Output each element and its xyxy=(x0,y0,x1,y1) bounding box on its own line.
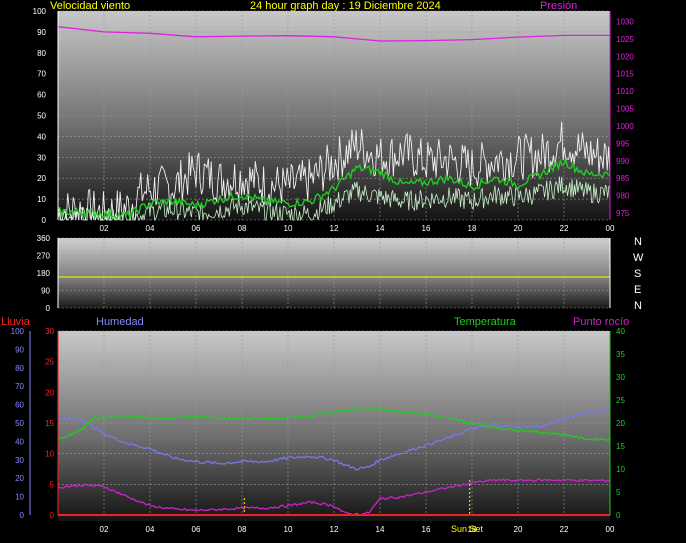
humidity-y-tick-label: 80 xyxy=(15,364,24,373)
direction-y-tick-label: 180 xyxy=(37,269,51,278)
humidity-title: Humedad xyxy=(96,316,144,328)
pressure-y-tick-label: 1010 xyxy=(616,87,634,96)
wind-x-tick-label: 00 xyxy=(606,224,615,233)
pressure-y-tick-label: 1000 xyxy=(616,122,634,131)
wind-y-tick-label: 0 xyxy=(42,216,47,225)
rain-y-tick-label: 25 xyxy=(45,358,54,367)
wind-x-tick-label: 18 xyxy=(468,224,477,233)
pressure-title: Presión xyxy=(540,0,577,12)
temperature-y-tick-label: 5 xyxy=(616,488,621,497)
climate-x-tick-label: 12 xyxy=(330,525,339,534)
direction-y-tick-label: 90 xyxy=(41,287,50,296)
temperature-y-tick-label: 10 xyxy=(616,465,625,474)
wind-y-tick-label: 80 xyxy=(37,49,46,58)
compass-letter-n-bottom: N xyxy=(634,300,642,312)
dewpoint-title: Punto rocío xyxy=(573,316,629,328)
humidity-y-tick-label: 70 xyxy=(15,382,24,391)
wind-x-tick-label: 20 xyxy=(514,224,523,233)
climate-x-tick-label: 04 xyxy=(146,525,155,534)
humidity-y-tick-label: 100 xyxy=(11,327,25,336)
temperature-y-tick-label: 20 xyxy=(616,419,625,428)
wind-x-tick-label: 12 xyxy=(330,224,339,233)
pressure-y-tick-label: 1020 xyxy=(616,52,634,61)
humidity-y-tick-label: 10 xyxy=(15,493,24,502)
climate-x-tick-label: 16 xyxy=(422,525,431,534)
pressure-y-tick-label: 1025 xyxy=(616,35,634,44)
temperature-y-tick-label: 25 xyxy=(616,396,625,405)
pressure-y-tick-label: 990 xyxy=(616,157,630,166)
temperature-y-tick-label: 30 xyxy=(616,373,625,382)
wind-y-tick-label: 10 xyxy=(37,195,46,204)
climate-x-tick-label: 20 xyxy=(514,525,523,534)
wind-y-tick-label: 40 xyxy=(37,132,46,141)
wind-y-tick-label: 100 xyxy=(33,7,47,16)
direction-y-tick-label: 0 xyxy=(46,304,51,313)
wind-x-tick-label: 06 xyxy=(192,224,201,233)
wind-x-tick-label: 02 xyxy=(100,224,109,233)
humidity-y-tick-label: 20 xyxy=(15,474,24,483)
climate-x-tick-label: 14 xyxy=(376,525,385,534)
climate-x-tick-label: 00 xyxy=(606,525,615,534)
wind-x-tick-label: 16 xyxy=(422,224,431,233)
direction-y-tick-label: 270 xyxy=(37,252,51,261)
humidity-y-tick-label: 40 xyxy=(15,437,24,446)
wind-x-tick-label: 08 xyxy=(238,224,247,233)
wind-x-tick-label: 22 xyxy=(560,224,569,233)
rain-y-tick-label: 10 xyxy=(45,450,54,459)
temperature-y-tick-label: 15 xyxy=(616,442,625,451)
rain-y-tick-label: 30 xyxy=(45,327,54,336)
compass-letter-s: S xyxy=(634,268,641,280)
weather-graph: 0102030405060708090100975980985990995100… xyxy=(1,0,644,534)
temperature-title: Temperatura xyxy=(454,316,517,328)
pressure-y-tick-label: 980 xyxy=(616,192,630,201)
temperature-y-tick-label: 35 xyxy=(616,350,625,359)
rain-y-tick-label: 20 xyxy=(45,388,54,397)
temperature-y-tick-label: 40 xyxy=(616,327,625,336)
sunset-label: Sun Set xyxy=(451,524,484,534)
pressure-y-tick-label: 1005 xyxy=(616,105,634,114)
pressure-y-tick-label: 975 xyxy=(616,209,630,218)
humidity-y-tick-label: 90 xyxy=(15,345,24,354)
compass-letter-n-top: N xyxy=(634,236,642,248)
climate-x-tick-label: 06 xyxy=(192,525,201,534)
direction-y-tick-label: 360 xyxy=(37,234,51,243)
wind-y-tick-label: 90 xyxy=(37,28,46,37)
wind-title: Velocidad viento xyxy=(50,0,130,12)
climate-x-tick-label: 08 xyxy=(238,525,247,534)
wind-y-tick-label: 30 xyxy=(37,153,46,162)
wind-x-tick-label: 10 xyxy=(284,224,293,233)
pressure-y-tick-label: 995 xyxy=(616,139,630,148)
pressure-y-tick-label: 1030 xyxy=(616,17,634,26)
wind-y-tick-label: 60 xyxy=(37,91,46,100)
humidity-y-tick-label: 60 xyxy=(15,401,24,410)
wind-y-tick-label: 20 xyxy=(37,174,46,183)
pressure-y-tick-label: 985 xyxy=(616,174,630,183)
rain-title: Lluvia xyxy=(1,316,31,328)
rain-y-tick-label: 0 xyxy=(50,511,55,520)
compass-letter-e: E xyxy=(634,284,641,296)
humidity-y-tick-label: 30 xyxy=(15,456,24,465)
rain-y-tick-label: 5 xyxy=(50,480,55,489)
humidity-y-tick-label: 0 xyxy=(20,511,25,520)
rain-y-tick-label: 15 xyxy=(45,419,54,428)
compass-letter-w: W xyxy=(633,252,644,264)
climate-x-tick-label: 02 xyxy=(100,525,109,534)
wind-x-tick-label: 14 xyxy=(376,224,385,233)
wind-y-tick-label: 50 xyxy=(37,112,46,121)
climate-x-tick-label: 22 xyxy=(560,525,569,534)
temperature-y-tick-label: 0 xyxy=(616,511,621,520)
graph-title: 24 hour graph day : 19 Diciembre 2024 xyxy=(250,0,441,12)
humidity-y-tick-label: 50 xyxy=(15,419,24,428)
wind-y-tick-label: 70 xyxy=(37,70,46,79)
pressure-y-tick-label: 1015 xyxy=(616,70,634,79)
wind-x-tick-label: 04 xyxy=(146,224,155,233)
climate-x-tick-label: 10 xyxy=(284,525,293,534)
